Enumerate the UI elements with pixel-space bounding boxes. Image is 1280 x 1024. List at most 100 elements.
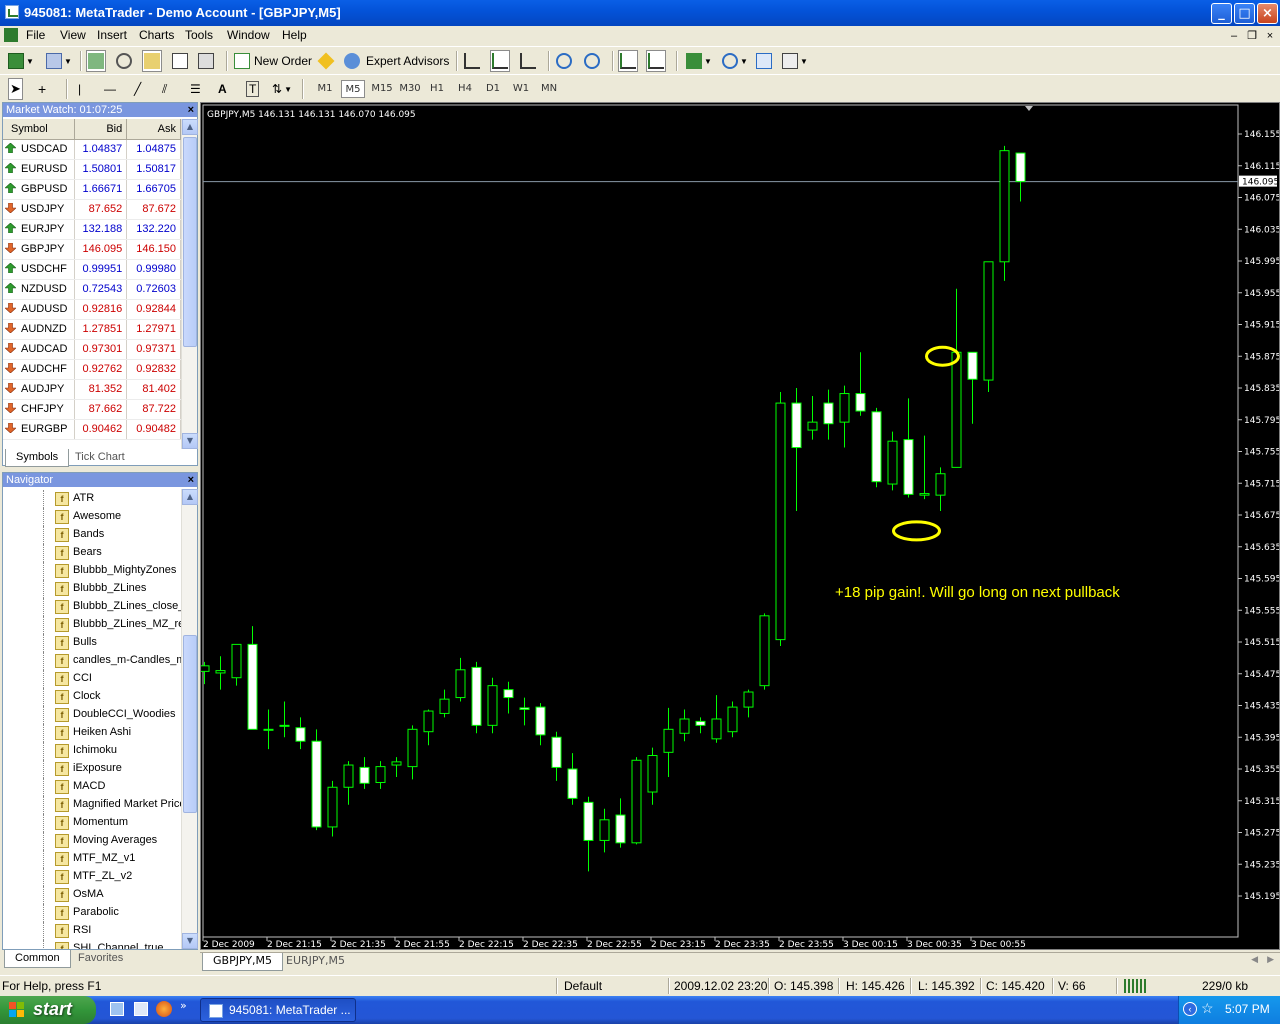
timeframe-mn[interactable]: MN — [537, 80, 561, 98]
navigator-item[interactable]: f Moving Averages — [3, 832, 181, 850]
navigator-item[interactable]: f DoubleCCI_Woodies — [3, 706, 181, 724]
crosshair-button[interactable]: + — [38, 78, 46, 100]
line-chart-button[interactable] — [520, 50, 536, 72]
menu-tools[interactable]: Tools — [183, 28, 215, 42]
show-desktop-icon[interactable] — [110, 1002, 124, 1016]
market-watch-row[interactable]: EURGBP 0.90462 0.90482 — [3, 419, 181, 440]
metaeditor-button[interactable] — [317, 50, 335, 72]
navigator-item[interactable]: f MACD — [3, 778, 181, 796]
explorer-icon[interactable] — [134, 1002, 148, 1016]
market-watch-row[interactable]: GBPJPY 146.095 146.150 — [3, 239, 181, 260]
navigator-item[interactable]: f iExposure — [3, 760, 181, 778]
bar-chart-button[interactable] — [464, 50, 480, 72]
market-watch-row[interactable]: EURUSD 1.50801 1.50817 — [3, 159, 181, 180]
periods-button[interactable]: ▼ — [722, 50, 748, 72]
navigator-item[interactable]: f Magnified Market Price — [3, 796, 181, 814]
market-watch-row[interactable]: AUDJPY 81.352 81.402 — [3, 379, 181, 400]
timeframe-m5[interactable]: M5 — [341, 80, 365, 98]
column-symbol[interactable]: Symbol — [3, 119, 76, 140]
column-bid[interactable]: Bid — [74, 119, 128, 140]
firefox-icon[interactable] — [156, 1001, 172, 1017]
cursor-button[interactable]: ➤ — [8, 78, 23, 100]
menu-file[interactable]: File — [24, 28, 47, 42]
timeframe-w1[interactable]: W1 — [509, 80, 533, 98]
market-watch-scrollbar[interactable]: ▲ ▼ — [181, 119, 198, 449]
market-watch-row[interactable]: AUDCHF 0.92762 0.92832 — [3, 359, 181, 380]
new-order-button[interactable]: New Order — [234, 50, 312, 72]
navigator-item[interactable]: f OsMA — [3, 886, 181, 904]
tab-eurjpy-m5[interactable]: EURJPY,M5 — [276, 953, 355, 971]
quicklaunch-more-icon[interactable]: » — [180, 999, 187, 1012]
tab-common[interactable]: Common — [4, 950, 71, 968]
chart-options-button[interactable]: ▼ — [782, 50, 808, 72]
timeframe-m15[interactable]: M15 — [369, 80, 395, 98]
mdi-close-icon[interactable]: × — [1262, 29, 1278, 43]
mdi-restore-icon[interactable]: ❐ — [1244, 29, 1260, 43]
market-watch-row[interactable]: USDJPY 87.652 87.672 — [3, 199, 181, 220]
navigator-item[interactable]: f Heiken Ashi — [3, 724, 181, 742]
timeframe-m1[interactable]: M1 — [313, 80, 337, 98]
tab-favorites[interactable]: Favorites — [68, 950, 133, 968]
document-icon[interactable] — [4, 28, 18, 42]
fibonacci-button[interactable]: ☰ — [190, 78, 201, 100]
menu-window[interactable]: Window — [225, 28, 272, 42]
navigator-item[interactable]: f SHI_Channel_true — [3, 940, 181, 949]
indicators-button[interactable]: ▼ — [686, 50, 712, 72]
timeframe-m30[interactable]: M30 — [397, 80, 423, 98]
price-chart[interactable]: 146.155 146.115 146.075 146.035 145.995 145.9… — [201, 103, 1279, 949]
navigator-item[interactable]: f CCI — [3, 670, 181, 688]
navigator-item[interactable]: f Blubbb_ZLines_MZ_re — [3, 616, 181, 634]
templates-button[interactable] — [756, 50, 772, 72]
navigator-scrollbar[interactable]: ▲ ▼ — [181, 489, 198, 949]
trendline-button[interactable]: ╱ — [134, 78, 141, 100]
close-button[interactable]: × — [1257, 3, 1278, 24]
auto-scroll-button[interactable] — [618, 50, 638, 72]
navigator-item[interactable]: f Clock — [3, 688, 181, 706]
navigator-item[interactable]: f Bands — [3, 526, 181, 544]
navigator-item[interactable]: f Blubbb_ZLines — [3, 580, 181, 598]
tab-symbols[interactable]: Symbols — [5, 449, 70, 467]
navigator-item[interactable]: f Bulls — [3, 634, 181, 652]
tab-gbpjpy-m5[interactable]: GBPJPY,M5 — [202, 953, 284, 971]
arrows-button[interactable]: ⇅ ▼ — [272, 78, 292, 100]
timeframe-d1[interactable]: D1 — [481, 80, 505, 98]
chart-shift-button[interactable] — [646, 50, 666, 72]
navigator-item[interactable]: f MTF_MZ_v1 — [3, 850, 181, 868]
tab-tick-chart[interactable]: Tick Chart — [65, 449, 135, 467]
menu-view[interactable]: View — [58, 28, 88, 42]
chart-window[interactable]: 146.155 146.115 146.075 146.035 145.995 145.9… — [200, 102, 1280, 950]
scroll-down-icon[interactable]: ▼ — [182, 933, 198, 949]
navigator-item[interactable]: f Ichimoku — [3, 742, 181, 760]
navigator-item[interactable]: f Awesome — [3, 508, 181, 526]
market-watch-row[interactable]: USDCHF 0.99951 0.99980 — [3, 259, 181, 280]
navigator-item[interactable]: f RSI — [3, 922, 181, 940]
navigator-item[interactable]: f Momentum — [3, 814, 181, 832]
terminal-button[interactable] — [172, 50, 188, 72]
taskbar-item-metatrader[interactable]: 945081: MetaTrader ... — [200, 998, 356, 1022]
minimize-button[interactable]: _ — [1211, 3, 1232, 24]
new-chart-button[interactable]: ▼ — [8, 50, 34, 72]
close-icon[interactable]: × — [188, 103, 194, 117]
strategy-tester-button[interactable] — [198, 50, 214, 72]
market-watch-row[interactable]: AUDCAD 0.97301 0.97371 — [3, 339, 181, 360]
start-button[interactable]: start — [0, 996, 96, 1024]
navigator-item[interactable]: f Blubbb_MightyZones — [3, 562, 181, 580]
column-ask[interactable]: Ask — [126, 119, 181, 140]
title-bar[interactable]: 945081: MetaTrader - Demo Account - [GBP… — [0, 0, 1280, 26]
market-watch-toggle[interactable] — [86, 50, 106, 72]
scroll-thumb[interactable] — [183, 137, 197, 347]
maximize-button[interactable]: □ — [1234, 3, 1255, 24]
navigator-item[interactable]: f ATR — [3, 490, 181, 508]
menu-help[interactable]: Help — [280, 28, 309, 42]
scroll-thumb[interactable] — [183, 635, 197, 813]
tray-star-icon[interactable]: ☆ — [1201, 1000, 1214, 1017]
market-watch-row[interactable]: NZDUSD 0.72543 0.72603 — [3, 279, 181, 300]
timeframe-h4[interactable]: H4 — [453, 80, 477, 98]
market-watch-row[interactable]: CHFJPY 87.662 87.722 — [3, 399, 181, 420]
data-window-button[interactable] — [116, 50, 132, 72]
expert-advisors-button[interactable]: Expert Advisors — [344, 50, 449, 72]
scroll-up-icon[interactable]: ▲ — [182, 119, 198, 135]
navigator-item[interactable]: f Bears — [3, 544, 181, 562]
text-label-button[interactable]: T — [246, 78, 260, 100]
close-icon[interactable]: × — [188, 473, 194, 487]
